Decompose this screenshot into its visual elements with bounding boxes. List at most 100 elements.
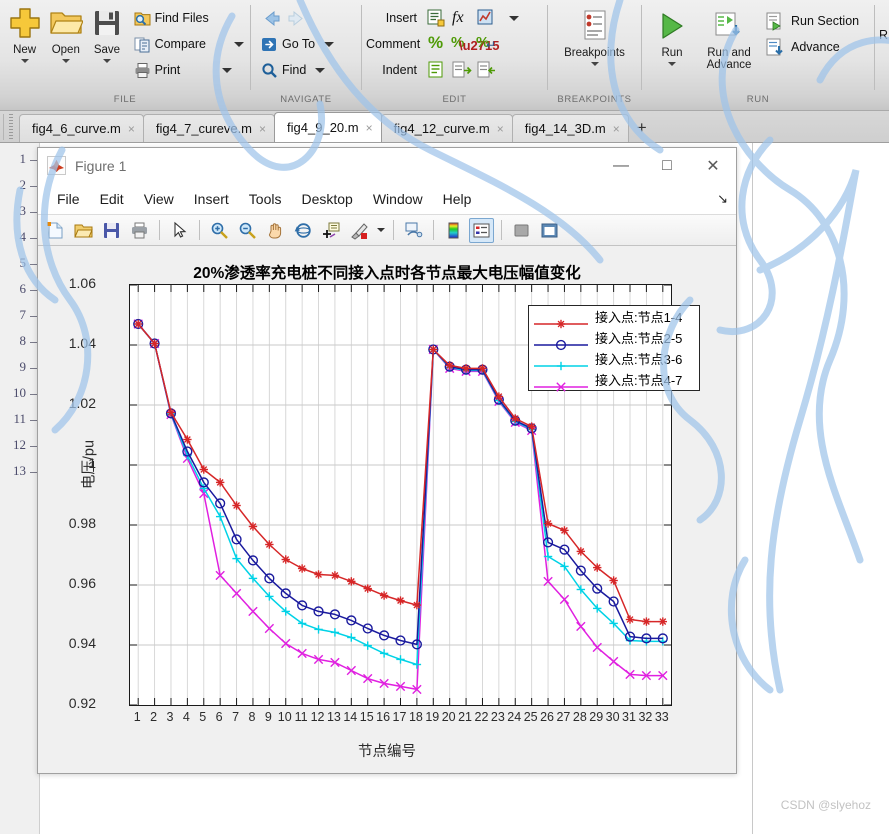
chevron-down-icon[interactable]: [233, 41, 244, 47]
menu-insert[interactable]: Insert: [184, 188, 239, 210]
forward-arrow-icon[interactable]: [286, 8, 307, 29]
line-number: 11: [13, 411, 26, 426]
line-number: 1: [19, 151, 27, 166]
chart-legend[interactable]: 接入点:节点1-4 接入点:节点2-5 接入点:节点3-6 接入点:节点4-7: [528, 305, 700, 392]
zoom-out-icon[interactable]: [235, 218, 260, 243]
legend-item[interactable]: 接入点:节点1-4: [529, 306, 699, 328]
run-and-advance-button[interactable]: Run and Advance: [698, 6, 760, 71]
breakpoints-button[interactable]: Breakpoints: [552, 6, 637, 66]
tab-fig4_12_curve[interactable]: fig4_12_curve.m ×: [380, 114, 513, 142]
open-file-icon[interactable]: [71, 218, 96, 243]
close-icon[interactable]: ×: [613, 122, 620, 136]
new-figure-icon[interactable]: [43, 218, 68, 243]
show-plot-tools-icon[interactable]: [537, 218, 562, 243]
goto-button[interactable]: Go To: [259, 31, 336, 57]
chevron-down-icon[interactable]: [668, 62, 676, 66]
data-point-marker: [281, 555, 290, 564]
tab-fig4_14_3D[interactable]: fig4_14_3D.m ×: [511, 114, 629, 142]
clipped-group-label: R: [879, 28, 889, 42]
close-icon[interactable]: ×: [497, 122, 504, 136]
open-button[interactable]: Open: [45, 3, 86, 63]
comment-percent-icon[interactable]: %: [426, 33, 447, 55]
data-point-marker: [183, 435, 192, 444]
menu-window[interactable]: Window: [363, 188, 433, 210]
figure-title-bar[interactable]: Figure 1 — □ ✕: [38, 148, 736, 184]
compare-button[interactable]: Compare: [132, 31, 246, 57]
indent-icon[interactable]: [426, 60, 447, 81]
chevron-down-icon[interactable]: [20, 59, 29, 63]
editor-split-divider[interactable]: [752, 143, 753, 834]
pan-hand-icon[interactable]: [263, 218, 288, 243]
x-tick-label: 18: [408, 710, 423, 724]
toolbar-separator: [393, 220, 394, 240]
uncomment-percent-icon[interactable]: % \u2715: [451, 34, 499, 55]
hide-plot-tools-icon[interactable]: [509, 218, 534, 243]
close-icon[interactable]: ×: [366, 121, 373, 135]
close-button[interactable]: ✕: [690, 149, 736, 183]
menu-help[interactable]: Help: [433, 188, 482, 210]
insert-plot-icon[interactable]: [476, 8, 497, 29]
data-point-marker: [297, 564, 307, 573]
ribbon-group-clipped: R: [875, 0, 889, 110]
link-plot-icon[interactable]: [401, 218, 426, 243]
find-files-button[interactable]: Find Files: [132, 5, 246, 31]
insert-row[interactable]: Insert fx: [364, 5, 521, 31]
menu-desktop[interactable]: Desktop: [291, 188, 362, 210]
close-icon[interactable]: ×: [259, 122, 266, 136]
find-button[interactable]: Find: [259, 57, 336, 83]
line-number-gutter: 1 2 3 4 5 6 7 8 9 10 11 12 13: [0, 143, 40, 834]
brush-dropdown-icon[interactable]: [375, 218, 386, 243]
chevron-down-icon[interactable]: [509, 15, 519, 21]
wrap-comment-icon[interactable]: % ↵: [476, 34, 497, 55]
chevron-down-icon[interactable]: [102, 59, 111, 63]
minimize-button[interactable]: —: [598, 149, 644, 183]
dock-figure-icon[interactable]: ↘: [717, 191, 728, 207]
maximize-button[interactable]: □: [644, 149, 690, 183]
close-icon[interactable]: ×: [128, 122, 135, 136]
tab-fig4_7_cureve[interactable]: fig4_7_cureve.m ×: [142, 114, 276, 142]
new-button[interactable]: New: [4, 3, 45, 63]
tab-fig4_9_20[interactable]: fig4_9_20.m ×: [274, 112, 382, 142]
navigate-arrows[interactable]: [259, 5, 336, 31]
save-figure-icon[interactable]: [99, 218, 124, 243]
tab-fig4_6_curve[interactable]: fig4_6_curve.m ×: [19, 114, 144, 142]
print-button[interactable]: Print: [132, 57, 246, 83]
data-point-marker: [330, 628, 340, 637]
data-point-marker: [658, 617, 668, 626]
print-icon: [134, 62, 151, 79]
data-cursor-icon[interactable]: [319, 218, 344, 243]
run-section-button[interactable]: Run Section: [764, 8, 861, 34]
data-point-marker: [347, 633, 356, 642]
indent-row[interactable]: Indent: [364, 57, 521, 83]
menu-tools[interactable]: Tools: [239, 188, 292, 210]
chevron-down-icon[interactable]: [315, 67, 326, 73]
run-button[interactable]: Run: [646, 6, 698, 66]
insert-block-icon[interactable]: [426, 8, 447, 29]
zoom-in-icon[interactable]: [207, 218, 232, 243]
pointer-arrow-icon[interactable]: [167, 218, 192, 243]
back-arrow-icon[interactable]: [261, 8, 282, 29]
colorbar-icon[interactable]: [441, 218, 466, 243]
legend-icon[interactable]: [469, 217, 494, 243]
indent-left-icon[interactable]: [476, 60, 497, 81]
indent-right-icon[interactable]: [451, 60, 472, 81]
chevron-down-icon[interactable]: [222, 67, 233, 73]
rotate-3d-icon[interactable]: [291, 218, 316, 243]
menu-view[interactable]: View: [134, 188, 184, 210]
legend-marker-plus: [533, 358, 589, 374]
comment-row[interactable]: Comment % % \u2715 % ↵: [364, 31, 521, 57]
chevron-down-icon[interactable]: [61, 59, 70, 63]
brush-icon[interactable]: [347, 218, 372, 243]
breakpoints-icon: [580, 6, 610, 46]
advance-button[interactable]: Advance: [764, 34, 861, 60]
new-tab-button[interactable]: +: [628, 114, 656, 142]
chevron-down-icon[interactable]: [590, 62, 599, 66]
function-fx-icon[interactable]: fx: [451, 8, 472, 29]
print-figure-icon[interactable]: [127, 218, 152, 243]
tab-bar-grip[interactable]: [3, 114, 17, 140]
figure-window[interactable]: Figure 1 — □ ✕ File Edit View Insert Too…: [37, 147, 737, 774]
save-button[interactable]: Save: [86, 3, 127, 63]
menu-file[interactable]: File: [47, 188, 90, 210]
chevron-down-icon[interactable]: [324, 41, 335, 47]
menu-edit[interactable]: Edit: [90, 188, 134, 210]
